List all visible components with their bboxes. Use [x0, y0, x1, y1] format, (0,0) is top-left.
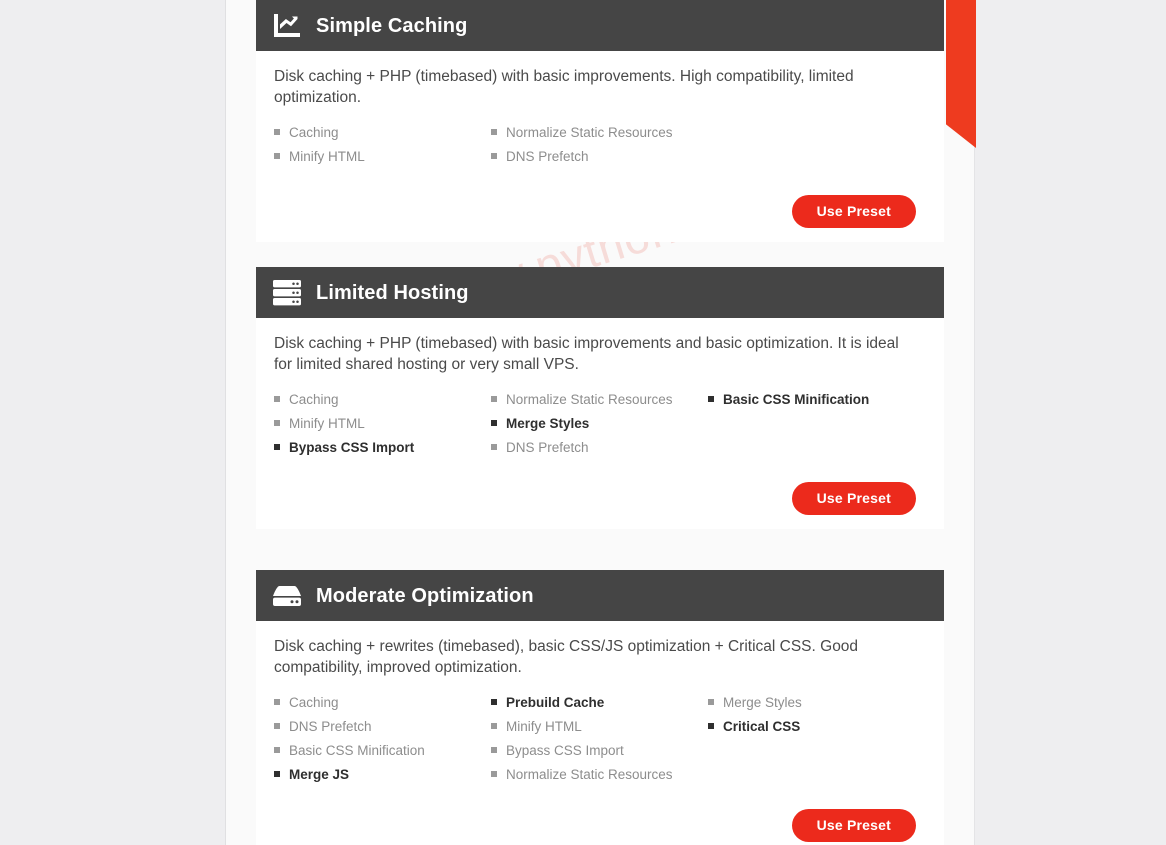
bullet-icon: [491, 128, 497, 135]
feature-label: Normalize Static Resources: [506, 766, 673, 782]
bullet-icon: [274, 722, 280, 729]
feature-label: Caching: [289, 694, 339, 710]
card-title: Moderate Optimization: [316, 584, 534, 607]
feature-item: Basic CSS Minification: [708, 392, 925, 416]
feature-item: Normalize Static Resources: [491, 125, 708, 149]
feature-item: Caching: [274, 695, 491, 719]
card-header: Moderate Optimization: [256, 570, 944, 621]
bullet-icon: [274, 128, 280, 135]
preset-list-page: https://www.pythonthree.com 晓得博客 Simple …: [0, 0, 1166, 845]
feature-item: Bypass CSS Import: [491, 743, 708, 767]
feature-label: Bypass CSS Import: [506, 742, 624, 758]
card-footer: Use Preset: [264, 481, 924, 516]
card-footer: Use Preset: [264, 194, 924, 229]
feature-item: Merge Styles: [491, 416, 708, 440]
bullet-icon: [491, 770, 497, 777]
feature-label: Merge JS: [289, 766, 350, 782]
feature-item: DNS Prefetch: [274, 719, 491, 743]
feature-label: DNS Prefetch: [506, 439, 589, 455]
bullet-icon: [274, 746, 280, 753]
feature-item: Normalize Static Resources: [491, 767, 708, 791]
bullet-icon: [491, 152, 497, 159]
feature-label: Normalize Static Resources: [506, 124, 673, 140]
card-description: Disk caching + PHP (timebased) with basi…: [274, 335, 899, 373]
feature-label: Caching: [289, 124, 339, 140]
bullet-icon: [708, 698, 714, 705]
bullet-icon: [274, 395, 280, 402]
feature-item: Basic CSS Minification: [274, 743, 491, 767]
feature-label: Bypass CSS Import: [289, 439, 415, 455]
preset-card-moderate-optimization: Moderate Optimization Disk caching + rewr…: [256, 570, 944, 845]
bullet-icon: [491, 722, 497, 729]
use-preset-button[interactable]: Use Preset: [791, 194, 916, 229]
feature-label: Basic CSS Minification: [289, 742, 425, 758]
feature-label: Merge Styles: [723, 694, 802, 710]
feature-item: Normalize Static Resources: [491, 392, 708, 416]
card-title: Limited Hosting: [316, 281, 469, 304]
feature-label: Minify HTML: [506, 718, 582, 734]
feature-item: DNS Prefetch: [491, 149, 708, 173]
card-body: Disk caching + rewrites (timebased), bas…: [256, 621, 944, 845]
bullet-icon: [491, 698, 497, 705]
card-footer: Use Preset: [264, 808, 924, 843]
server-unit-icon: [270, 581, 304, 611]
feature-list: Caching Minify HTML Bypass CSS Import Norma…: [264, 392, 924, 464]
use-preset-button[interactable]: Use Preset: [791, 481, 916, 516]
bullet-icon: [274, 152, 280, 159]
bullet-icon: [708, 722, 714, 729]
feature-list: Caching DNS Prefetch Basic CSS Minificatio…: [264, 695, 924, 791]
feature-item: Minify HTML: [491, 719, 708, 743]
active-preset-ribbon: [946, 0, 976, 148]
card-description: Disk caching + PHP (timebased) with basi…: [274, 68, 854, 106]
bullet-icon: [274, 770, 280, 777]
feature-label: Normalize Static Resources: [506, 391, 673, 407]
bullet-icon: [708, 395, 714, 402]
feature-label: Caching: [289, 391, 339, 407]
card-description: Disk caching + rewrites (timebased), bas…: [274, 638, 859, 676]
bullet-icon: [274, 419, 280, 426]
bullet-icon: [274, 443, 280, 450]
feature-item: Minify HTML: [274, 149, 491, 173]
bullet-icon: [491, 395, 497, 402]
feature-label: DNS Prefetch: [289, 718, 372, 734]
page-right-gutter: [975, 0, 1166, 845]
feature-item: Bypass CSS Import: [274, 440, 491, 464]
feature-item: DNS Prefetch: [491, 440, 708, 464]
bullet-icon: [491, 419, 497, 426]
feature-label: Merge Styles: [506, 415, 590, 431]
feature-label: Critical CSS: [723, 718, 801, 734]
card-header: Limited Hosting: [256, 267, 944, 318]
server-stack-icon: [270, 278, 304, 308]
feature-list: Caching Minify HTML Normalize Static Resou…: [264, 125, 924, 173]
use-preset-button[interactable]: Use Preset: [791, 808, 916, 843]
card-body: Disk caching + PHP (timebased) with basi…: [256, 51, 944, 243]
bullet-icon: [491, 746, 497, 753]
feature-label: Minify HTML: [289, 148, 365, 164]
feature-item: Minify HTML: [274, 416, 491, 440]
card-title: Simple Caching: [316, 14, 468, 37]
bullet-icon: [274, 698, 280, 705]
card-header: Simple Caching: [256, 0, 944, 51]
card-body: Disk caching + PHP (timebased) with basi…: [256, 318, 944, 530]
feature-label: Basic CSS Minification: [723, 391, 870, 407]
feature-item: Critical CSS: [708, 719, 925, 743]
line-chart-icon: [270, 11, 304, 41]
page-left-gutter: [0, 0, 226, 845]
feature-item: Caching: [274, 125, 491, 149]
feature-item: Prebuild Cache: [491, 695, 708, 719]
feature-item: Merge JS: [274, 767, 491, 791]
feature-label: DNS Prefetch: [506, 148, 589, 164]
feature-label: Minify HTML: [289, 415, 365, 431]
preset-card-simple-caching: Simple Caching Disk caching + PHP (timeba…: [256, 0, 944, 243]
left-divider-line: [225, 0, 226, 845]
bullet-icon: [491, 443, 497, 450]
preset-card-limited-hosting: Limited Hosting Disk caching + PHP (timeb…: [256, 267, 944, 530]
feature-item: Merge Styles: [708, 695, 925, 719]
feature-item: Caching: [274, 392, 491, 416]
feature-label: Prebuild Cache: [506, 694, 605, 710]
